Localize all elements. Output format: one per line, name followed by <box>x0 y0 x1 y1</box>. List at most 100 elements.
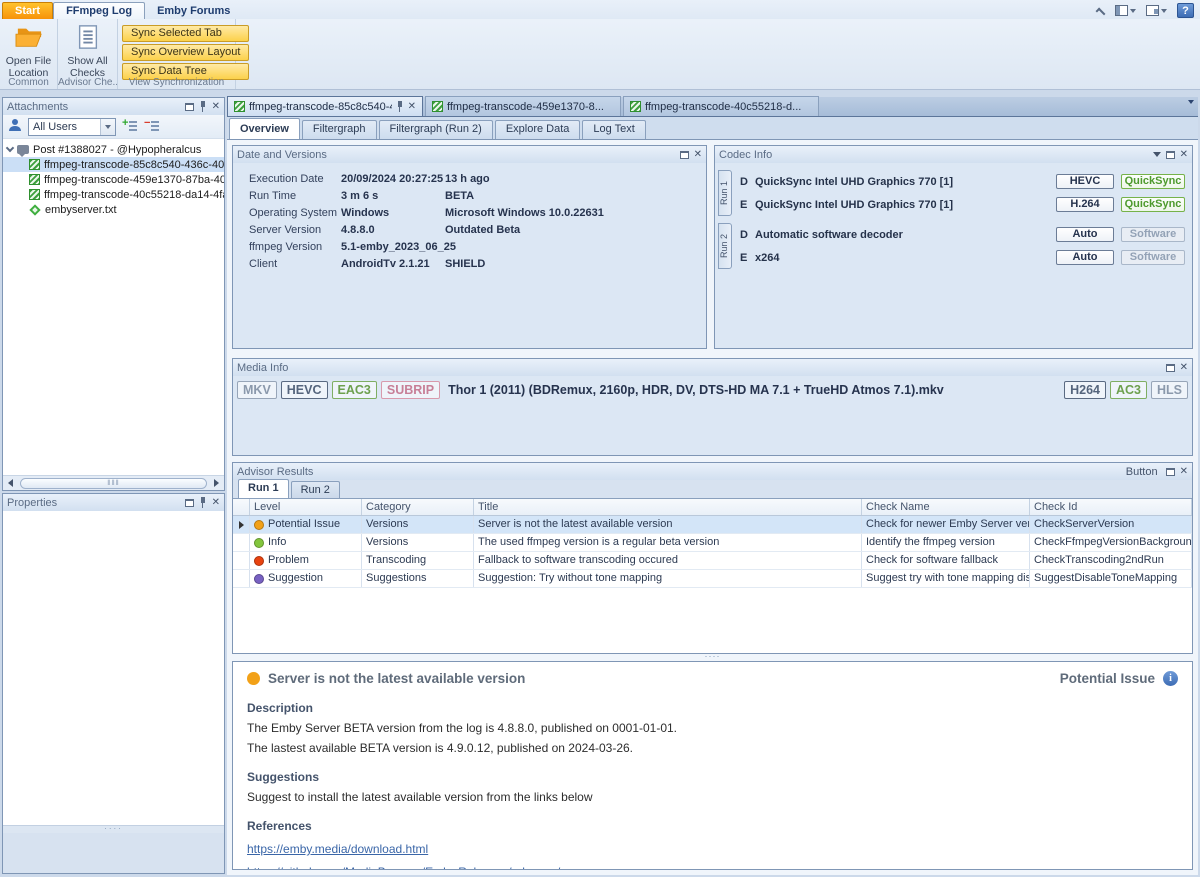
document-tab-1[interactable]: ffmpeg-transcode-85c8c540-4... ✕ <box>227 96 423 116</box>
sidebar-splitter[interactable]: ···· <box>3 825 224 833</box>
media-info-panel: Media Info ✕ MKV HEVC EAC3 SUBRIP Thor 1… <box>232 358 1193 456</box>
film-icon <box>29 189 40 200</box>
reference-link[interactable]: https://github.com/MediaBrowser/Emby.Rel… <box>247 865 560 870</box>
table-row[interactable]: Potential Issue Versions Server is not t… <box>233 516 1192 534</box>
tab-list-dropdown-icon[interactable] <box>1188 104 1194 116</box>
view-tab-strip: Overview Filtergraph Filtergraph (Run 2)… <box>227 117 1198 140</box>
maximize-icon[interactable] <box>185 103 194 111</box>
reference-link[interactable]: https://emby.media/download.html <box>247 842 428 856</box>
codec-badge: Auto <box>1056 250 1114 265</box>
document-tab-3[interactable]: ffmpeg-transcode-40c55218-d... <box>623 96 819 116</box>
advisor-tab-run1[interactable]: Run 1 <box>238 479 289 498</box>
collapse-ribbon-icon[interactable] <box>1096 7 1105 15</box>
media-file-title: Thor 1 (2011) (BDRemux, 2160p, HDR, DV, … <box>444 381 1060 397</box>
chevron-down-icon[interactable] <box>6 144 14 152</box>
group-label-view-sync: View Synchronization <box>118 77 235 88</box>
codec-info-titlebar: Codec Info ✕ <box>715 146 1192 163</box>
description-line: The lastest available BETA version is 4.… <box>247 741 1178 755</box>
column-title[interactable]: Title <box>474 499 862 515</box>
expand-tree-button[interactable]: + <box>122 120 138 134</box>
tree-root-post[interactable]: Post #1388027 - @Hypopheralcus <box>3 142 224 157</box>
advisor-tab-run2[interactable]: Run 2 <box>291 481 340 498</box>
container-badge: MKV <box>237 381 277 399</box>
run1-vertical-tab[interactable]: Run 1 <box>718 170 732 216</box>
user-filter-select[interactable]: All Users <box>28 118 116 136</box>
maximize-icon[interactable] <box>185 499 194 507</box>
open-file-location-button[interactable]: Open File Location <box>4 22 53 79</box>
codec-run-1: Run 1 D QuickSync Intel UHD Graphics 770… <box>718 170 1187 216</box>
horizontal-scrollbar[interactable]: ⦀⦀⦀ <box>3 475 224 490</box>
references-heading: References <box>247 819 1178 833</box>
maximize-icon[interactable] <box>680 151 689 159</box>
codec-run-2: Run 2 D Automatic software decoder Auto … <box>718 223 1187 269</box>
column-check-id[interactable]: Check Id <box>1030 499 1192 515</box>
sync-overview-layout-button[interactable]: Sync Overview Layout <box>122 44 249 61</box>
info-icon[interactable]: i <box>1163 671 1178 686</box>
column-level[interactable]: Level <box>250 499 362 515</box>
combo-dropdown-icon[interactable] <box>100 119 115 135</box>
dropdown-icon[interactable] <box>1153 152 1161 157</box>
advisor-titlebar: Advisor Results Button ✕ <box>233 463 1192 480</box>
layout-selector-button[interactable] <box>1115 5 1136 16</box>
current-row-icon <box>239 521 244 529</box>
audio-codec-badge: EAC3 <box>332 381 377 399</box>
close-icon[interactable]: ✕ <box>212 498 220 508</box>
attachments-titlebar: Attachments ✕ <box>3 98 224 115</box>
window-list-button[interactable] <box>1146 5 1167 16</box>
tree-item-transcode-2[interactable]: ffmpeg-transcode-459e1370-87ba-40c <box>3 172 224 187</box>
table-row[interactable]: Info Versions The used ffmpeg version is… <box>233 534 1192 552</box>
tree-item-embyserver[interactable]: embyserver.txt <box>3 202 224 217</box>
pin-icon[interactable] <box>199 497 207 508</box>
method-badge: Software <box>1121 250 1185 265</box>
table-row[interactable]: Problem Transcoding Fallback to software… <box>233 552 1192 570</box>
suggestions-heading: Suggestions <box>247 770 1178 784</box>
tab-filtergraph[interactable]: Filtergraph <box>302 120 377 139</box>
pin-icon[interactable] <box>199 101 207 112</box>
document-tab-strip: ffmpeg-transcode-85c8c540-4... ✕ ffmpeg-… <box>227 97 1198 117</box>
sync-selected-tab-button[interactable]: Sync Selected Tab <box>122 25 249 42</box>
tab-explore-data[interactable]: Explore Data <box>495 120 581 139</box>
close-icon[interactable]: ✕ <box>212 102 220 112</box>
group-label-advisor-checks: Advisor Che... <box>58 77 117 88</box>
codec-row: D Automatic software decoder Auto Softwa… <box>732 225 1187 245</box>
tree-item-transcode-3[interactable]: ffmpeg-transcode-40c55218-da14-4fa8 <box>3 187 224 202</box>
column-category[interactable]: Category <box>362 499 474 515</box>
maximize-icon[interactable] <box>1166 468 1175 476</box>
level-dot-icon <box>247 672 260 685</box>
ribbon-tab-ffmpeg-log[interactable]: FFmpeg Log <box>53 2 145 19</box>
show-all-checks-button[interactable]: Show All Checks <box>62 22 113 79</box>
document-tab-2[interactable]: ffmpeg-transcode-459e1370-8... <box>425 96 621 116</box>
scrollbar-thumb[interactable]: ⦀⦀⦀ <box>20 478 207 489</box>
column-check-name[interactable]: Check Name <box>862 499 1030 515</box>
tab-log-text[interactable]: Log Text <box>582 120 645 139</box>
maximize-icon[interactable] <box>1166 151 1175 159</box>
ribbon-tab-start[interactable]: Start <box>2 2 53 19</box>
run2-vertical-tab[interactable]: Run 2 <box>718 223 732 269</box>
advisor-button[interactable]: Button <box>1126 466 1158 478</box>
table-row[interactable]: Suggestion Suggestions Suggestion: Try w… <box>233 570 1192 588</box>
media-info-titlebar: Media Info ✕ <box>233 359 1192 376</box>
maximize-icon[interactable] <box>1166 364 1175 372</box>
scroll-right-icon[interactable] <box>209 479 224 487</box>
tab-overview[interactable]: Overview <box>229 118 300 139</box>
diamond-icon <box>29 204 40 215</box>
media-info-title: Media Info <box>237 362 1161 374</box>
detail-header: Server is not the latest available versi… <box>247 671 1178 686</box>
close-icon[interactable]: ✕ <box>1180 150 1188 160</box>
close-icon[interactable]: ✕ <box>408 102 416 112</box>
help-button[interactable]: ? <box>1177 3 1194 18</box>
collapse-tree-button[interactable]: − <box>144 120 160 134</box>
detail-splitter[interactable]: ···· <box>232 654 1193 661</box>
main-area: ffmpeg-transcode-85c8c540-4... ✕ ffmpeg-… <box>227 97 1198 875</box>
method-badge: QuickSync <box>1121 174 1185 189</box>
ribbon-tab-emby-forums[interactable]: Emby Forums <box>145 3 242 19</box>
scroll-left-icon[interactable] <box>3 479 18 487</box>
pin-icon[interactable] <box>396 101 404 112</box>
tree-item-transcode-1[interactable]: ffmpeg-transcode-85c8c540-436c-40be <box>3 157 224 172</box>
close-icon[interactable]: ✕ <box>1180 467 1188 477</box>
close-icon[interactable]: ✕ <box>1180 363 1188 373</box>
detail-level-badge: Potential Issue <box>1060 671 1155 686</box>
close-icon[interactable]: ✕ <box>694 150 702 160</box>
tab-filtergraph-run2[interactable]: Filtergraph (Run 2) <box>379 120 493 139</box>
codec-row: E QuickSync Intel UHD Graphics 770 [1] H… <box>732 195 1187 215</box>
